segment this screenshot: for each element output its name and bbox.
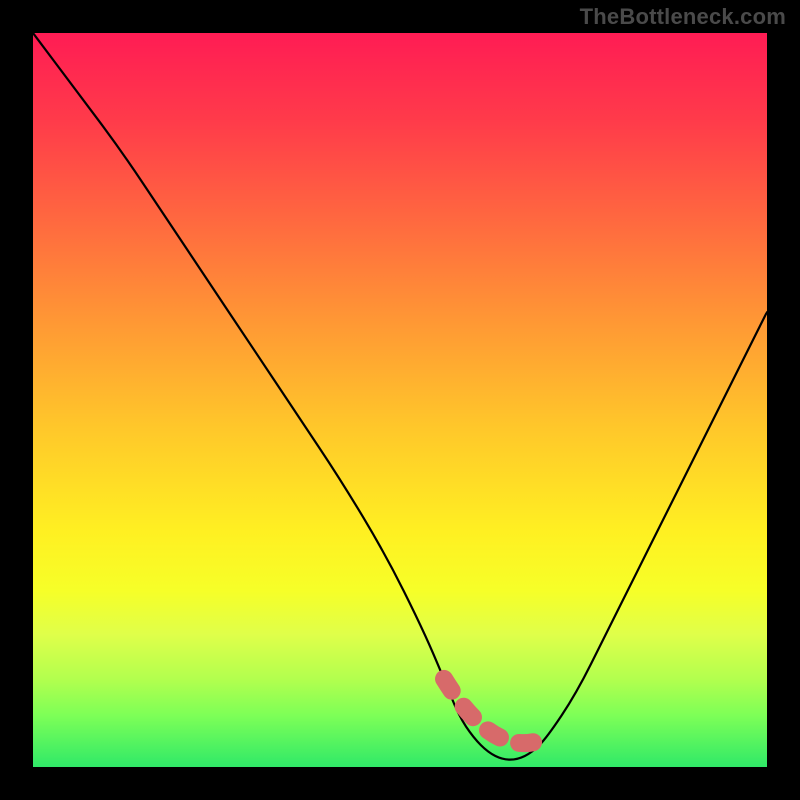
watermark-text: TheBottleneck.com (580, 4, 786, 30)
curve-layer (33, 33, 767, 767)
chart-frame: TheBottleneck.com (0, 0, 800, 800)
flat-zone-marker (444, 679, 547, 743)
plot-area (33, 33, 767, 767)
bottleneck-curve (33, 33, 767, 760)
